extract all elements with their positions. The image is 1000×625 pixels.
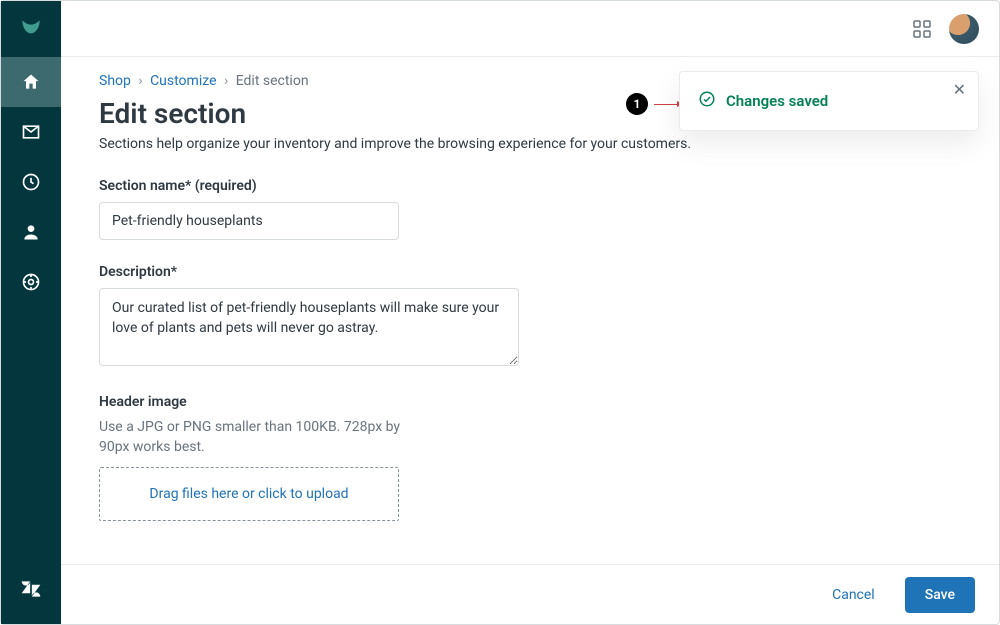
chevron-right-icon: › <box>220 73 232 89</box>
footer: Cancel Save <box>61 564 999 624</box>
toast-success: Changes saved ✕ <box>679 71 979 131</box>
toast-message: Changes saved <box>726 92 828 110</box>
description-textarea[interactable] <box>99 288 519 366</box>
sidebar-item-zendesk[interactable] <box>1 564 61 614</box>
topbar <box>61 1 999 57</box>
sidebar <box>1 1 61 624</box>
brand-logo <box>1 1 61 57</box>
cancel-button[interactable]: Cancel <box>822 579 885 611</box>
header-image-helper: Use a JPG or PNG smaller than 100KB. 728… <box>99 418 409 457</box>
sidebar-item-user[interactable] <box>1 207 61 257</box>
annotation-arrow-icon <box>654 104 682 105</box>
close-icon[interactable]: ✕ <box>953 82 966 98</box>
section-name-label: Section name* (required) <box>99 178 961 194</box>
breadcrumb-customize[interactable]: Customize <box>150 73 216 89</box>
sidebar-item-mail[interactable] <box>1 107 61 157</box>
check-circle-icon <box>698 90 716 112</box>
page-subtitle: Sections help organize your inventory an… <box>99 136 961 152</box>
breadcrumb-current: Edit section <box>236 73 309 89</box>
apps-icon[interactable] <box>913 20 931 38</box>
header-image-label: Header image <box>99 394 961 410</box>
annotation-number: 1 <box>626 93 648 115</box>
sidebar-item-home[interactable] <box>1 57 61 107</box>
description-label: Description* <box>99 264 961 280</box>
main-content: Shop › Customize › Edit section Edit sec… <box>61 57 999 564</box>
chevron-right-icon: › <box>134 73 146 89</box>
save-button[interactable]: Save <box>905 577 975 613</box>
section-name-input[interactable] <box>99 202 399 240</box>
annotation-callout: 1 <box>626 93 682 115</box>
upload-dropzone[interactable]: Drag files here or click to upload <box>99 467 399 521</box>
sidebar-item-clock[interactable] <box>1 157 61 207</box>
sidebar-item-help[interactable] <box>1 257 61 307</box>
breadcrumb-shop[interactable]: Shop <box>99 73 131 89</box>
avatar[interactable] <box>949 14 979 44</box>
